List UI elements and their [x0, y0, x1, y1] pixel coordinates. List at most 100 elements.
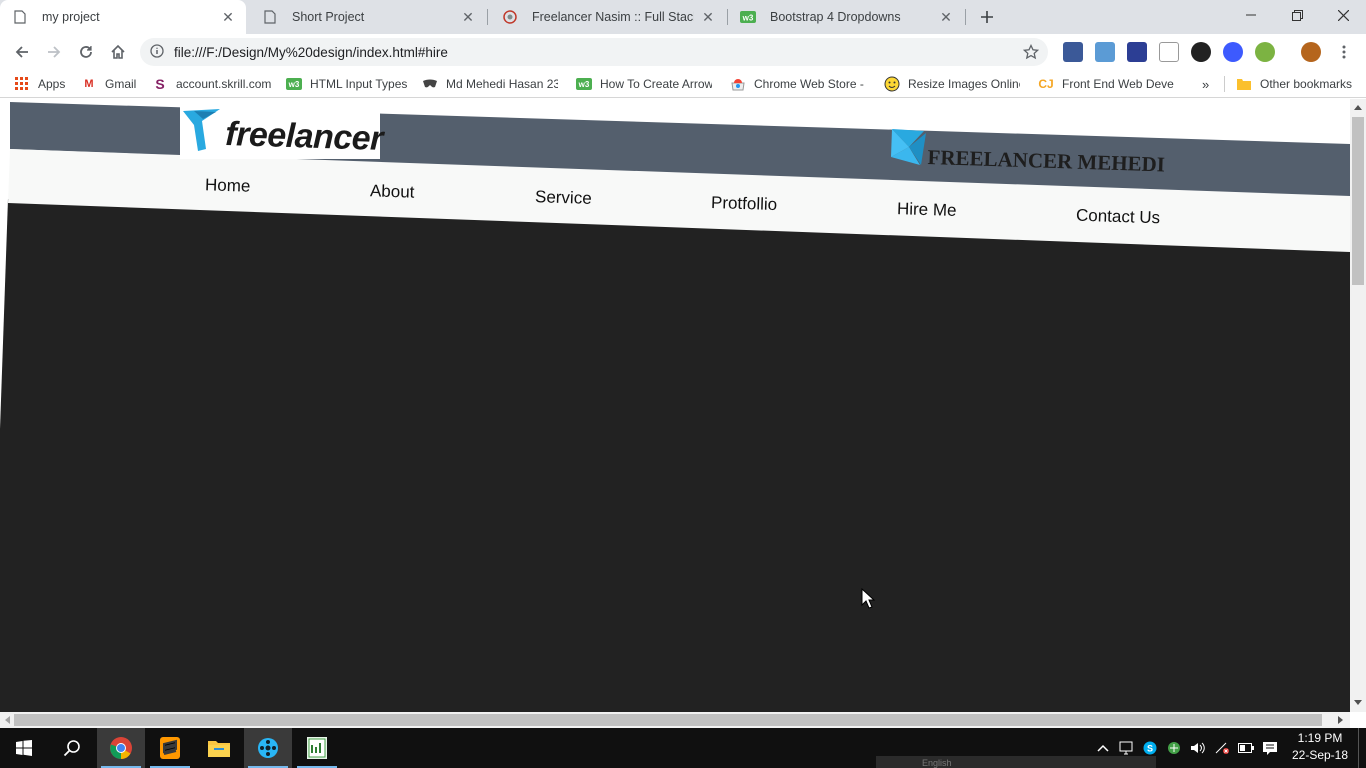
bookmark-skrill[interactable]: S account.skrill.com [152, 75, 272, 93]
extension-icon[interactable] [1191, 42, 1211, 62]
menu-kebab-icon[interactable] [1330, 38, 1358, 66]
close-icon[interactable]: ✕ [938, 9, 954, 25]
chrome-web-store-icon [730, 76, 746, 92]
network-monitor-icon[interactable] [1118, 740, 1134, 756]
volume-icon[interactable] [1190, 740, 1206, 756]
extension-icon[interactable] [1127, 42, 1147, 62]
w3schools-favicon: w3 [740, 9, 756, 25]
forward-button[interactable] [40, 38, 68, 66]
bookmark-md-mehedi-hasan[interactable]: Md Mehedi Hasan 23 [422, 75, 558, 93]
tab-separator [487, 9, 488, 25]
taskbar-editor-app[interactable] [293, 728, 341, 768]
mail-extension-icon[interactable] [1159, 42, 1179, 62]
start-button[interactable] [0, 728, 48, 768]
language-bar: English [876, 756, 1156, 768]
scroll-down-arrow-icon[interactable] [1354, 700, 1362, 706]
bookmark-html-input-types[interactable]: w3 HTML Input Types [286, 75, 410, 93]
tab-bootstrap-dropdowns[interactable]: w3 Bootstrap 4 Dropdowns ✕ [728, 0, 964, 34]
taskbar-sublime-text[interactable] [146, 728, 194, 768]
bookmark-label: Chrome Web Store - [754, 77, 864, 91]
new-tab-button[interactable] [973, 3, 1001, 31]
svg-text:w3: w3 [578, 80, 590, 89]
nav-contact-us[interactable]: Contact Us [1076, 206, 1161, 229]
action-center-icon[interactable] [1262, 740, 1278, 756]
bookmark-label: Md Mehedi Hasan 23 [446, 77, 558, 91]
bookmark-gmail[interactable]: M Gmail [81, 75, 136, 93]
battery-icon[interactable] [1238, 740, 1254, 756]
skrill-icon: S [155, 76, 165, 92]
address-bar[interactable]: file:///F:/Design/My%20design/index.html… [140, 38, 1048, 66]
nav-portfolio[interactable]: Protfollio [711, 193, 778, 215]
scroll-right-arrow-icon[interactable] [1338, 716, 1344, 724]
folder-icon [208, 741, 230, 757]
scroll-up-arrow-icon[interactable] [1354, 104, 1362, 110]
vertical-scroll-thumb[interactable] [1352, 117, 1364, 285]
home-button[interactable] [104, 38, 132, 66]
profile-avatar[interactable] [1301, 42, 1321, 62]
tab-strip: my project ✕ Short Project ✕ Freelancer … [0, 0, 1366, 34]
mouse-cursor-icon [861, 588, 875, 609]
nav-hire-me[interactable]: Hire Me [897, 199, 957, 221]
gmail-icon: M [84, 78, 94, 90]
bookmark-star-icon[interactable] [1017, 38, 1045, 66]
windows-logo-icon [16, 740, 32, 756]
search-icon [63, 740, 80, 757]
info-icon[interactable] [150, 43, 164, 61]
bookmark-label: How To Create Arrow [600, 77, 712, 91]
back-button[interactable] [8, 38, 36, 66]
clock-time[interactable]: 1:19 PM [1290, 731, 1350, 745]
nav-service[interactable]: Service [535, 187, 592, 209]
tray-chevron-up-icon[interactable] [1095, 740, 1111, 756]
smiley-icon [884, 76, 900, 92]
w3schools-favicon: w3 [286, 76, 302, 92]
bookmark-divider [1224, 76, 1225, 92]
taskbar-file-explorer[interactable] [195, 728, 243, 768]
mask-icon [422, 76, 438, 92]
vertical-scrollbar[interactable] [1350, 99, 1366, 712]
bookmark-front-end-web-devel[interactable]: CJ Front End Web Devel [1038, 75, 1174, 93]
close-icon[interactable]: ✕ [700, 9, 716, 25]
bookmark-label: Gmail [105, 77, 137, 91]
page-icon [12, 9, 28, 25]
show-desktop-button[interactable] [1358, 728, 1366, 768]
restore-button[interactable] [1274, 0, 1320, 30]
extension-icon[interactable] [1255, 42, 1275, 62]
taskbar-chrome[interactable] [97, 728, 145, 768]
tab-short-project[interactable]: Short Project ✕ [250, 0, 486, 34]
close-icon[interactable]: ✕ [220, 9, 236, 25]
bookmark-chrome-web-store[interactable]: Chrome Web Store - [730, 75, 864, 93]
extension-icon[interactable] [1063, 42, 1083, 62]
reel-icon [258, 738, 278, 758]
clock-date[interactable]: 22-Sep-18 [1290, 748, 1350, 762]
bookmark-how-to-create-arrow[interactable]: w3 How To Create Arrow [576, 75, 712, 93]
tab-my-project[interactable]: my project ✕ [0, 0, 246, 34]
bookmark-label: Front End Web Devel [1062, 77, 1174, 91]
extension-icon[interactable] [1095, 42, 1115, 62]
bookmark-resize-images-online[interactable]: Resize Images Online [884, 75, 1020, 93]
nav-home[interactable]: Home [205, 175, 251, 196]
tray-app-icon[interactable] [1166, 740, 1182, 756]
more-bookmarks-chevron-icon[interactable]: » [1202, 75, 1218, 93]
close-window-button[interactable] [1320, 0, 1366, 30]
close-icon[interactable]: ✕ [460, 9, 476, 25]
search-button[interactable] [48, 728, 96, 768]
folder-icon [1236, 76, 1252, 92]
tab-freelancer-nasim[interactable]: Freelancer Nasim :: Full Stack We ✕ [490, 0, 726, 34]
horizontal-scroll-thumb[interactable] [14, 714, 1322, 726]
minimize-button[interactable] [1228, 0, 1274, 30]
scroll-left-arrow-icon[interactable] [4, 716, 10, 724]
extension-icon[interactable] [1223, 42, 1243, 62]
bookmark-label: account.skrill.com [176, 77, 272, 91]
url-text[interactable]: file:///F:/Design/My%20design/index.html… [174, 45, 448, 60]
horizontal-scrollbar[interactable] [0, 712, 1350, 728]
skype-icon[interactable]: S [1142, 740, 1158, 756]
bookmark-apps[interactable]: Apps [14, 75, 65, 93]
taskbar-media-app[interactable] [244, 728, 292, 768]
nav-about[interactable]: About [370, 181, 415, 202]
svg-text:S: S [1147, 744, 1153, 754]
network-disconnected-icon[interactable] [1214, 740, 1230, 756]
bookmark-other-bookmarks[interactable]: Other bookmarks [1236, 75, 1352, 93]
apps-grid-icon [14, 76, 30, 92]
reload-button[interactable] [72, 38, 100, 66]
browser-toolbar: file:///F:/Design/My%20design/index.html… [0, 34, 1366, 70]
